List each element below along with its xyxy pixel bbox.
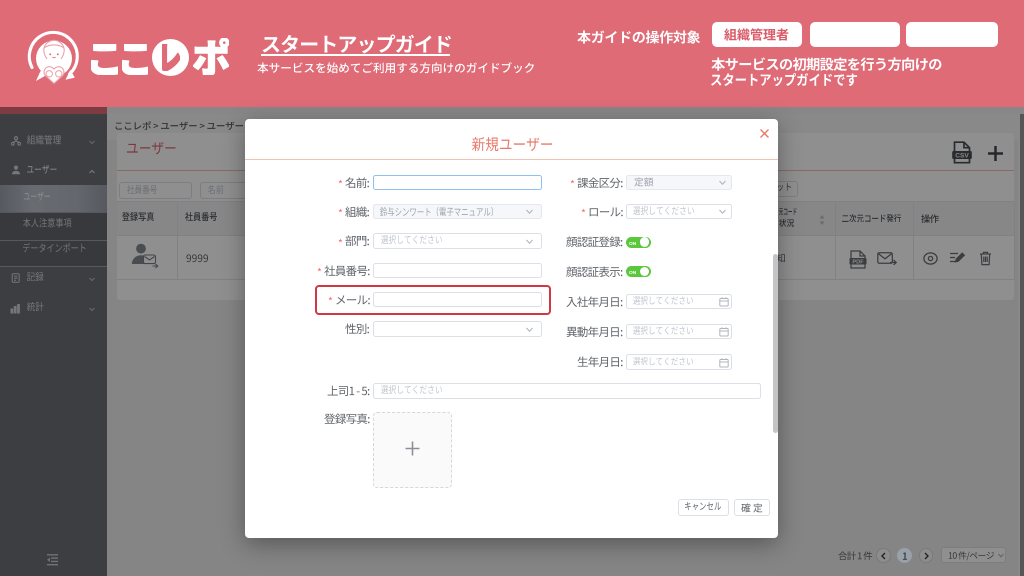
svg-text:ON: ON	[629, 270, 637, 275]
svg-text:ON: ON	[629, 241, 637, 246]
